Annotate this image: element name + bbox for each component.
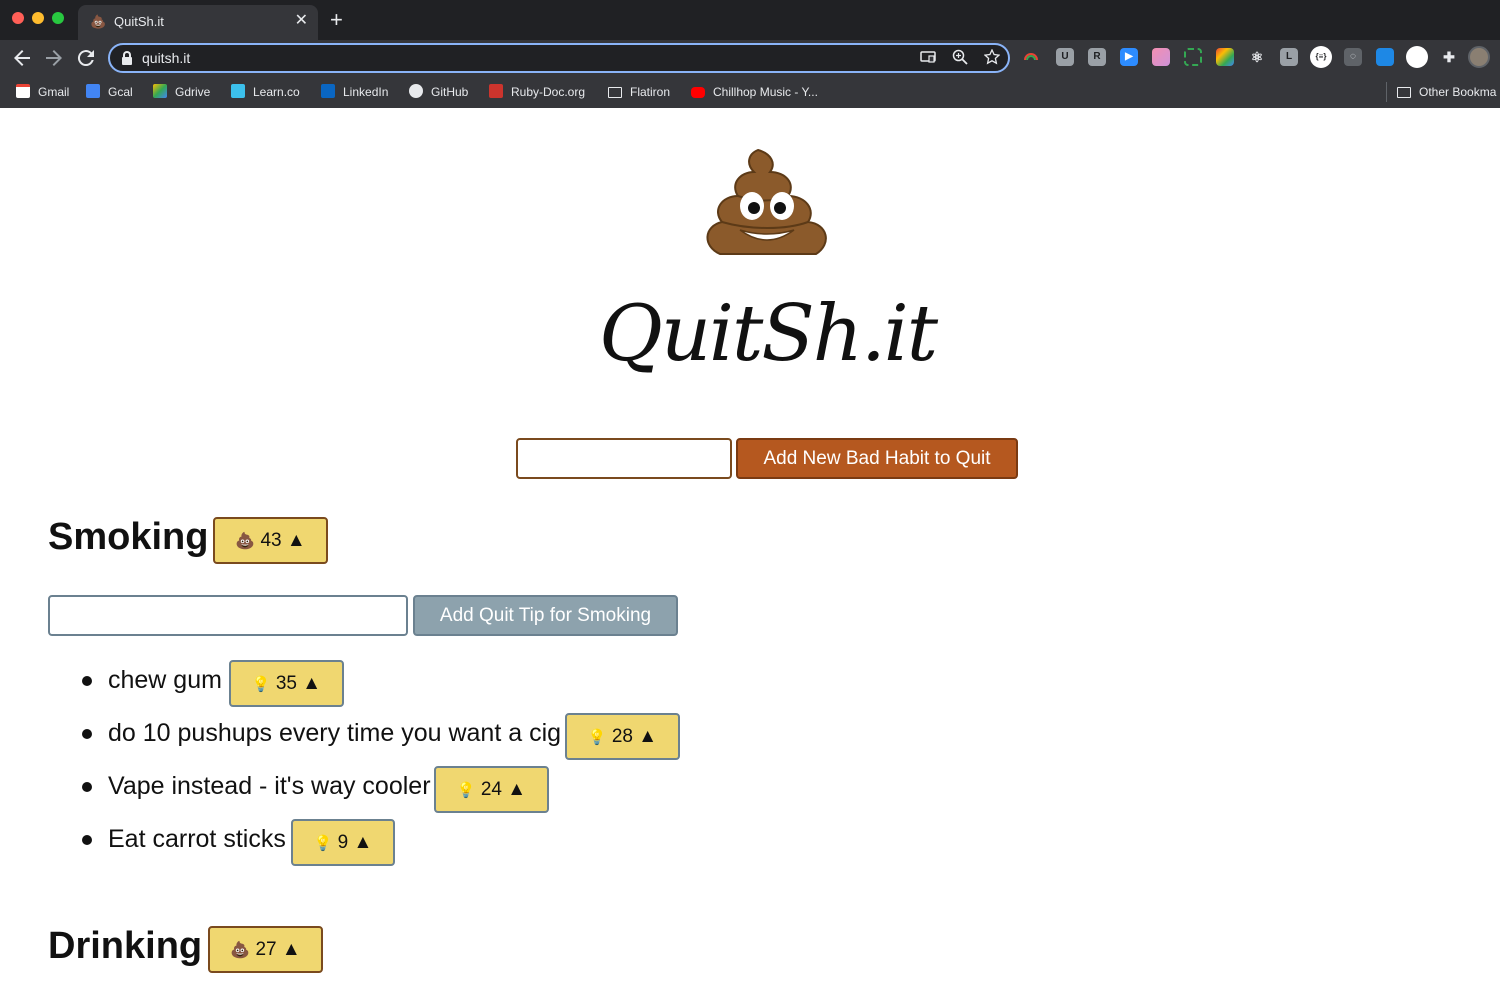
youtube-icon <box>691 87 705 98</box>
tip-vote-count: 28 <box>611 726 633 747</box>
maximize-window-button[interactable] <box>52 12 64 24</box>
habit-vote-count: 27 <box>255 939 277 960</box>
bookmarks-bar: Gmail Gcal Gdrive Learn.co LinkedIn GitH… <box>0 76 1500 108</box>
bookmark-linkedin[interactable]: LinkedIn <box>321 82 388 102</box>
gmail-icon <box>16 84 30 98</box>
habit-title-smoking: Smoking <box>48 516 209 558</box>
minimize-window-button[interactable] <box>32 12 44 24</box>
upvote-arrow-icon: ▲ <box>638 726 658 747</box>
new-habit-input[interactable] <box>516 438 732 479</box>
ruby-icon <box>489 84 503 98</box>
cloud-extension-icon[interactable] <box>1376 48 1394 66</box>
url-text[interactable]: quitsh.it <box>142 50 190 66</box>
lightbulb-icon: 💡 <box>251 676 271 693</box>
upvote-arrow-icon: ▲ <box>286 530 306 551</box>
upvote-arrow-icon: ▲ <box>302 673 322 694</box>
drive-icon <box>153 84 167 98</box>
add-habit-button[interactable]: Add New Bad Habit to Quit <box>736 438 1018 479</box>
l-extension-icon[interactable]: L <box>1280 48 1298 66</box>
page-content: QuitSh.it Add New Bad Habit to Quit Smok… <box>0 108 1500 990</box>
cast-icon[interactable] <box>920 49 936 69</box>
tab-close-icon[interactable]: ✕ <box>295 12 308 30</box>
folder-icon <box>608 87 622 98</box>
folder-icon <box>1397 87 1411 98</box>
zoom-extension-icon[interactable]: ▶ <box>1120 48 1138 66</box>
zoom-icon[interactable] <box>952 49 968 69</box>
tip-text: chew gum <box>108 666 222 694</box>
tip-vote-count: 9 <box>337 832 349 853</box>
bookmark-chillhop[interactable]: Chillhop Music - Y... <box>691 82 818 102</box>
forward-icon[interactable] <box>42 46 66 70</box>
upvote-arrow-icon: ▲ <box>507 779 527 800</box>
poop-icon: 💩 <box>235 533 256 550</box>
json-extension-icon[interactable]: {≡} <box>1310 46 1332 68</box>
upvote-arrow-icon: ▲ <box>281 939 301 960</box>
bookmark-learn[interactable]: Learn.co <box>231 82 300 102</box>
habit-vote-button[interactable]: 💩 43 ▲ <box>213 517 328 564</box>
bullet-icon <box>82 835 92 845</box>
rss-extension-icon[interactable]: R <box>1088 48 1106 66</box>
bookmark-star-icon[interactable] <box>983 48 1001 69</box>
lightbulb-extension-icon[interactable]: ◌ <box>1344 48 1362 66</box>
bullet-icon <box>82 729 92 739</box>
poop-icon: 💩 <box>230 942 251 959</box>
tip-vote-button[interactable]: 💡 9 ▲ <box>291 819 395 866</box>
circle-extension-icon[interactable] <box>1406 46 1428 68</box>
browser-chrome: 💩 QuitSh.it ✕ + quitsh.it U R ▶ ⚛ L {≡} … <box>0 0 1500 108</box>
bullet-icon <box>82 676 92 686</box>
ublock-extension-icon[interactable]: U <box>1056 48 1074 66</box>
poop-logo-icon <box>706 148 827 255</box>
tip-vote-button[interactable]: 💡 24 ▲ <box>434 766 549 813</box>
bookmark-github[interactable]: GitHub <box>409 82 468 102</box>
habit-vote-button[interactable]: 💩 27 ▲ <box>208 926 323 973</box>
github-icon <box>409 84 423 98</box>
lock-icon[interactable] <box>122 50 132 66</box>
tab-title: QuitSh.it <box>114 14 164 29</box>
screenshot-extension-icon[interactable] <box>1184 48 1202 66</box>
habit-title-drinking: Drinking <box>48 925 203 967</box>
lightbulb-icon: 💡 <box>456 782 476 799</box>
bookmark-flatiron[interactable]: Flatiron <box>608 82 670 102</box>
bookmark-gmail[interactable]: Gmail <box>16 82 69 102</box>
bookmark-gdrive[interactable]: Gdrive <box>153 82 210 102</box>
site-title: QuitSh.it <box>598 289 938 379</box>
browser-tab-active[interactable]: 💩 QuitSh.it ✕ <box>78 5 318 40</box>
react-devtools-icon[interactable]: ⚛ <box>1248 48 1266 66</box>
tip-input[interactable] <box>48 595 408 636</box>
tip-vote-button[interactable]: 💡 35 ▲ <box>229 660 344 707</box>
tip-vote-count: 24 <box>480 779 502 800</box>
add-tip-button[interactable]: Add Quit Tip for Smoking <box>413 595 678 636</box>
multi-color-extension-icon[interactable] <box>1216 48 1234 66</box>
address-bar[interactable]: quitsh.it <box>108 43 1010 73</box>
lightbulb-icon: 💡 <box>587 729 607 746</box>
tip-vote-button[interactable]: 💡 28 ▲ <box>565 713 680 760</box>
lightbulb-icon: 💡 <box>313 835 333 852</box>
close-window-button[interactable] <box>12 12 24 24</box>
tab-favicon-icon: 💩 <box>90 14 107 29</box>
other-bookmarks[interactable]: Other Bookma <box>1386 82 1496 102</box>
browser-toolbar: quitsh.it U R ▶ ⚛ L {≡} ◌ ✚ <box>0 40 1500 76</box>
puzzle-extensions-icon[interactable]: ✚ <box>1440 48 1458 66</box>
bullet-icon <box>82 782 92 792</box>
reload-icon[interactable] <box>74 46 98 70</box>
rainbow-extension-icon[interactable] <box>1022 48 1040 66</box>
new-tab-button[interactable]: + <box>330 9 343 31</box>
back-icon[interactable] <box>10 46 34 70</box>
tip-text: Vape instead - it's way cooler <box>108 772 431 800</box>
tab-strip: 💩 QuitSh.it ✕ + <box>0 0 1500 40</box>
linkedin-icon <box>321 84 335 98</box>
bookmark-ruby-doc[interactable]: Ruby-Doc.org <box>489 82 585 102</box>
tip-text: Eat carrot sticks <box>108 825 286 853</box>
tip-vote-count: 35 <box>275 673 297 694</box>
upvote-arrow-icon: ▲ <box>353 832 373 853</box>
bookmark-gcal[interactable]: Gcal <box>86 82 133 102</box>
color-extension-icon[interactable] <box>1152 48 1170 66</box>
tip-text: do 10 pushups every time you want a cig <box>108 719 562 747</box>
habit-vote-count: 43 <box>260 530 282 551</box>
calendar-icon <box>86 84 100 98</box>
learn-icon <box>231 84 245 98</box>
profile-avatar[interactable] <box>1468 46 1490 68</box>
